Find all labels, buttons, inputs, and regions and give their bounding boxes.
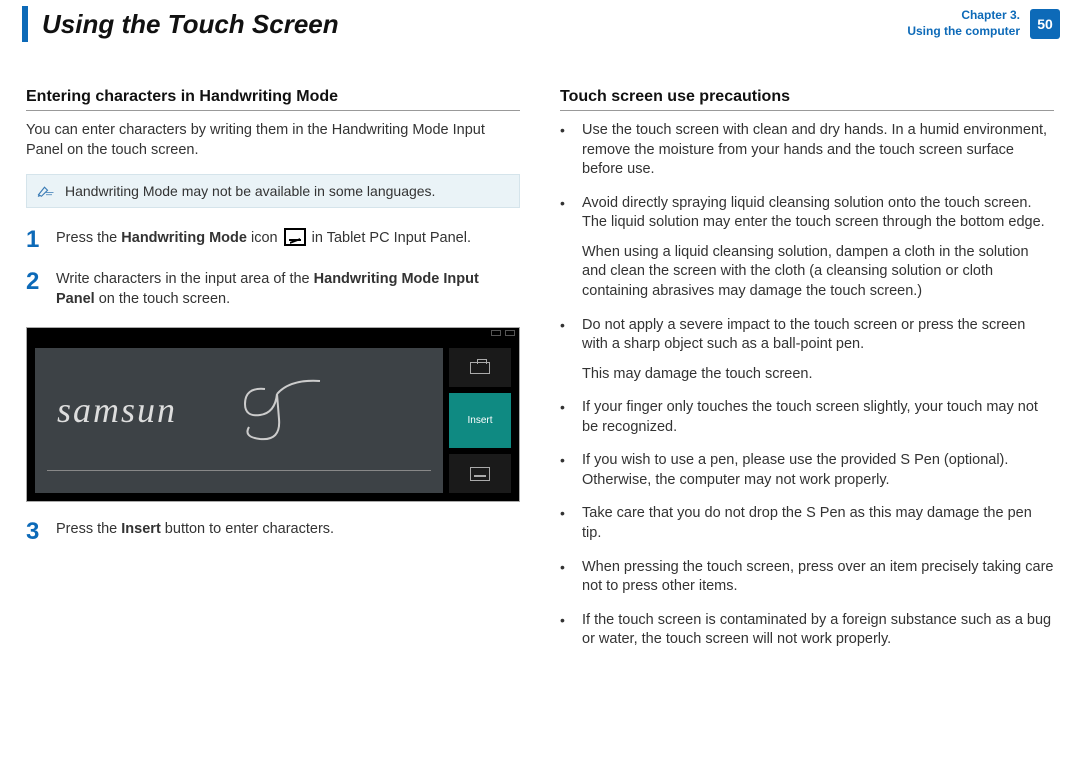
list-item: If you wish to use a pen, please use the… (560, 451, 1054, 490)
handwriting-sample-text: samsun (57, 389, 177, 431)
chapter-line-2: Using the computer (907, 24, 1020, 40)
left-column: Entering characters in Handwriting Mode … (26, 88, 520, 664)
note-box: Handwriting Mode may not be available in… (26, 174, 520, 208)
left-heading: Entering characters in Handwriting Mode (26, 88, 520, 111)
list-item: Use the touch screen with clean and dry … (560, 121, 1054, 180)
step-2-pre: Write characters in the input area of th… (56, 271, 314, 287)
precaution-subtext: This may damage the touch screen. (582, 365, 1054, 385)
precaution-text: Take care that you do not drop the S Pen… (582, 504, 1054, 543)
list-item: Avoid directly spraying liquid cleansing… (560, 194, 1054, 302)
step-3-number: 3 (26, 520, 44, 544)
step-1-mid: icon (247, 230, 282, 246)
step-2-post: on the touch screen. (95, 291, 230, 307)
left-intro: You can enter characters by writing them… (26, 121, 520, 160)
step-3-bold: Insert (121, 521, 161, 537)
chapter-line-1: Chapter 3. (907, 8, 1020, 24)
right-heading: Touch screen use precautions (560, 88, 1054, 111)
page-title: Using the Touch Screen (42, 9, 907, 40)
step-1-pre: Press the (56, 230, 121, 246)
step-1-number: 1 (26, 228, 44, 252)
step-2-number: 2 (26, 270, 44, 309)
handwriting-panel: samsun Insert (26, 327, 520, 502)
precaution-text: If your finger only touches the touch sc… (582, 398, 1054, 437)
list-item: When pressing the touch screen, press ov… (560, 558, 1054, 597)
minimize-icon[interactable] (491, 330, 501, 336)
handwriting-mode-icon (284, 228, 306, 246)
precaution-text: Do not apply a severe impact to the touc… (582, 316, 1054, 355)
step-3-pre: Press the (56, 521, 121, 537)
note-text: Handwriting Mode may not be available in… (65, 183, 435, 199)
precaution-text: If you wish to use a pen, please use the… (582, 451, 1054, 490)
step-3-text: Press the Insert button to enter charact… (56, 520, 520, 544)
page-header: Using the Touch Screen Chapter 3. Using … (0, 0, 1080, 48)
list-item: If the touch screen is contaminated by a… (560, 611, 1054, 650)
precaution-text: When pressing the touch screen, press ov… (582, 558, 1054, 597)
precaution-text: Avoid directly spraying liquid cleansing… (582, 194, 1054, 233)
precautions-list: Use the touch screen with clean and dry … (560, 121, 1054, 650)
precaution-text: Use the touch screen with clean and dry … (582, 121, 1054, 180)
step-3: 3 Press the Insert button to enter chara… (26, 520, 520, 544)
step-1-bold: Handwriting Mode (121, 230, 247, 246)
chapter-label: Chapter 3. Using the computer (907, 8, 1020, 39)
right-column: Touch screen use precautions Use the tou… (560, 88, 1054, 664)
hw-side-buttons: Insert (449, 348, 511, 493)
handwriting-baseline (47, 470, 431, 471)
handwriting-canvas[interactable]: samsun (35, 348, 443, 493)
handwriting-toggle-button[interactable] (449, 454, 511, 493)
step-2: 2 Write characters in the input area of … (26, 270, 520, 309)
keyboard-icon (470, 362, 490, 374)
precaution-subtext: When using a liquid cleansing solution, … (582, 243, 1054, 302)
list-item: Do not apply a severe impact to the touc… (560, 316, 1054, 385)
page-number-badge: 50 (1030, 9, 1060, 39)
handwriting-letter-g (235, 369, 325, 449)
header-accent (22, 6, 28, 42)
step-1-post: in Tablet PC Input Panel. (308, 230, 471, 246)
hw-panel-body: samsun Insert (27, 340, 519, 501)
keyboard-mode-button[interactable] (449, 348, 511, 387)
close-icon[interactable] (505, 330, 515, 336)
content-columns: Entering characters in Handwriting Mode … (0, 48, 1080, 664)
step-2-text: Write characters in the input area of th… (56, 270, 520, 309)
list-item: If your finger only touches the touch sc… (560, 398, 1054, 437)
step-3-post: button to enter characters. (161, 521, 334, 537)
insert-button[interactable]: Insert (449, 393, 511, 448)
header-right: Chapter 3. Using the computer 50 (907, 8, 1080, 39)
precaution-text: If the touch screen is contaminated by a… (582, 611, 1054, 650)
list-item: Take care that you do not drop the S Pen… (560, 504, 1054, 543)
step-1: 1 Press the Handwriting Mode icon in Tab… (26, 228, 520, 252)
note-icon (37, 184, 55, 198)
hw-panel-titlebar (27, 328, 519, 340)
handwriting-icon (470, 467, 490, 481)
step-1-text: Press the Handwriting Mode icon in Table… (56, 228, 520, 252)
